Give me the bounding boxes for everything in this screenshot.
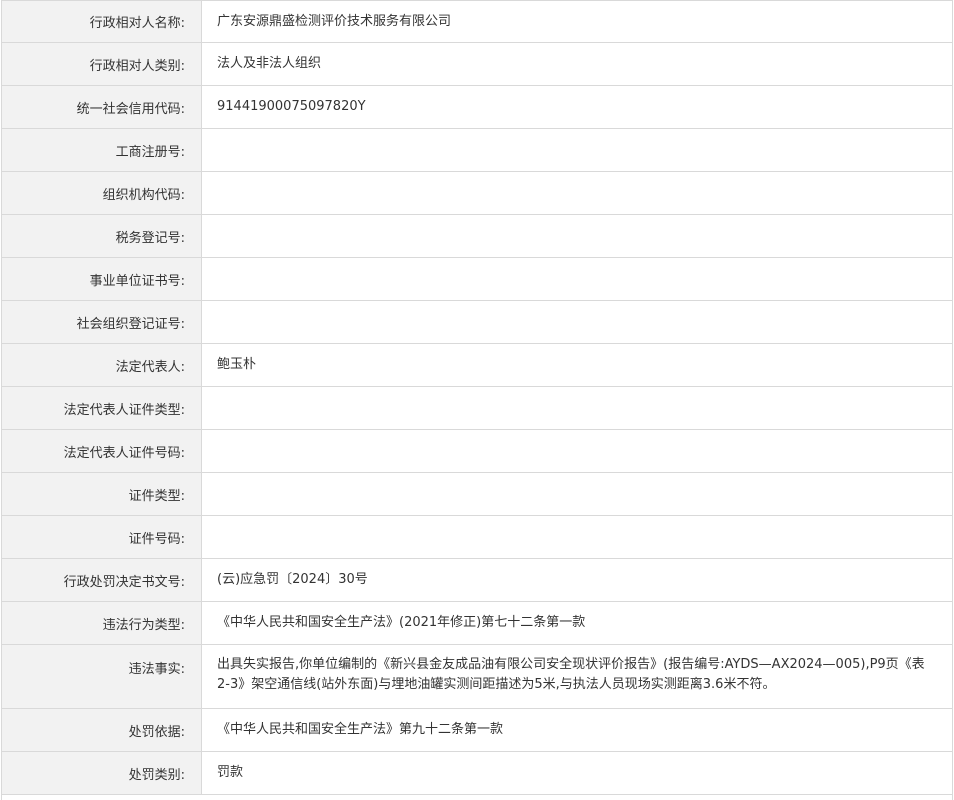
label-penalty-basis: 处罚依据: <box>2 709 202 751</box>
label-legal-representative: 法定代表人: <box>2 344 202 386</box>
label-organization-code: 组织机构代码: <box>2 172 202 214</box>
label-business-registration-number: 工商注册号: <box>2 129 202 171</box>
row-business-registration-number: 工商注册号: <box>2 129 952 172</box>
label-representative-id-number: 法定代表人证件号码: <box>2 430 202 472</box>
value-legal-representative: 鲍玉朴 <box>217 357 257 372</box>
row-id-number: 证件号码: <box>2 516 952 559</box>
label-counterparty-category: 行政相对人类别: <box>2 43 202 85</box>
value-decision-document-number: (云)应急罚〔2024〕30号 <box>217 572 368 587</box>
label-penalty-category: 处罚类别: <box>2 752 202 794</box>
row-id-type: 证件类型: <box>2 473 952 516</box>
value-representative-id-number <box>202 430 952 472</box>
row-penalty-basis: 处罚依据: 《中华人民共和国安全生产法》第九十二条第一款 <box>2 709 952 752</box>
row-organization-code: 组织机构代码: <box>2 172 952 215</box>
row-decision-document-number: 行政处罚决定书文号: (云)应急罚〔2024〕30号 <box>2 559 952 602</box>
label-violation-type: 违法行为类型: <box>2 602 202 644</box>
value-social-organization-certificate <box>202 301 952 343</box>
label-decision-document-number: 行政处罚决定书文号: <box>2 559 202 601</box>
value-counterparty-category: 法人及非法人组织 <box>217 56 322 71</box>
label-social-organization-certificate: 社会组织登记证号: <box>2 301 202 343</box>
value-credit-code: 91441900075097820Y <box>217 99 366 114</box>
value-representative-id-type <box>202 387 952 429</box>
row-violation-facts: 违法事实: 出具失实报告,你单位编制的《新兴县金友成品油有限公司安全现状评价报告… <box>2 645 952 709</box>
value-violation-type: 《中华人民共和国安全生产法》(2021年修正)第七十二条第一款 <box>217 615 586 630</box>
value-public-institution-certificate <box>202 258 952 300</box>
label-violation-facts: 违法事实: <box>2 645 202 708</box>
value-penalty-basis: 《中华人民共和国安全生产法》第九十二条第一款 <box>217 722 504 737</box>
row-counterparty-name: 行政相对人名称: 广东安源鼎盛检测评价技术服务有限公司 <box>2 0 952 43</box>
row-credit-code: 统一社会信用代码: 91441900075097820Y <box>2 86 952 129</box>
label-public-institution-certificate: 事业单位证书号: <box>2 258 202 300</box>
label-id-type: 证件类型: <box>2 473 202 515</box>
row-penalty-category: 处罚类别: 罚款 <box>2 752 952 795</box>
label-tax-registration-number: 税务登记号: <box>2 215 202 257</box>
row-tax-registration-number: 税务登记号: <box>2 215 952 258</box>
row-representative-id-number: 法定代表人证件号码: <box>2 430 952 473</box>
label-credit-code: 统一社会信用代码: <box>2 86 202 128</box>
row-legal-representative: 法定代表人: 鲍玉朴 <box>2 344 952 387</box>
row-representative-id-type: 法定代表人证件类型: <box>2 387 952 430</box>
penalty-info-table: 行政相对人名称: 广东安源鼎盛检测评价技术服务有限公司 行政相对人类别: 法人及… <box>1 0 953 800</box>
value-violation-facts: 出具失实报告,你单位编制的《新兴县金友成品油有限公司安全现状评价报告》(报告编号… <box>217 657 925 692</box>
label-counterparty-name: 行政相对人名称: <box>2 1 202 42</box>
value-id-type <box>202 473 952 515</box>
row-violation-type: 违法行为类型: 《中华人民共和国安全生产法》(2021年修正)第七十二条第一款 <box>2 602 952 645</box>
value-tax-registration-number <box>202 215 952 257</box>
row-counterparty-category: 行政相对人类别: 法人及非法人组织 <box>2 43 952 86</box>
value-counterparty-name: 广东安源鼎盛检测评价技术服务有限公司 <box>217 13 452 29</box>
row-social-organization-certificate: 社会组织登记证号: <box>2 301 952 344</box>
label-representative-id-type: 法定代表人证件类型: <box>2 387 202 429</box>
value-business-registration-number <box>202 129 952 171</box>
row-public-institution-certificate: 事业单位证书号: <box>2 258 952 301</box>
label-id-number: 证件号码: <box>2 516 202 558</box>
value-penalty-category: 罚款 <box>217 765 244 780</box>
value-id-number <box>202 516 952 558</box>
value-organization-code <box>202 172 952 214</box>
